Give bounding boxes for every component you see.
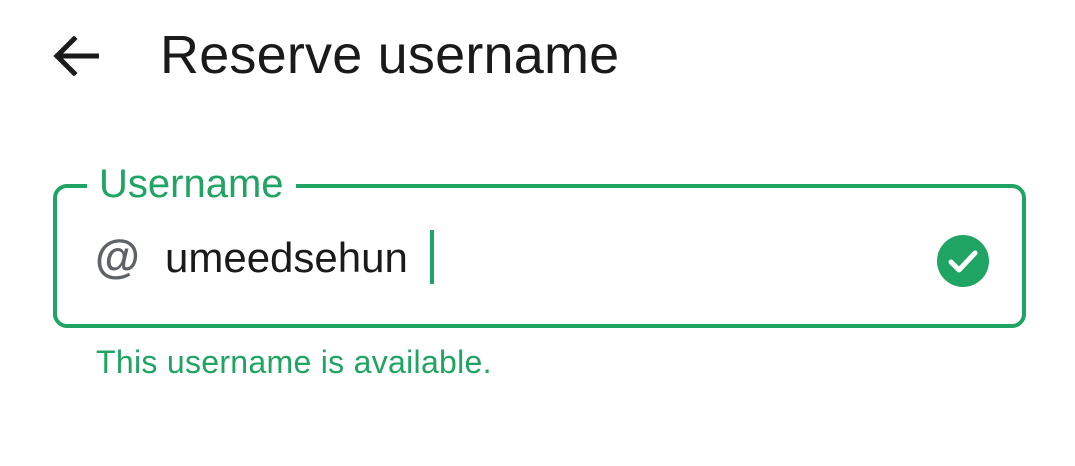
page-title: Reserve username (160, 25, 620, 85)
reserve-username-screen: Reserve username Username @ This usernam… (0, 0, 1075, 466)
username-input-wrap (165, 228, 765, 288)
username-field[interactable]: Username @ (53, 158, 1026, 328)
at-prefix: @ (95, 230, 140, 282)
app-bar: Reserve username (0, 0, 1075, 112)
arrow-left-icon (53, 36, 99, 76)
availability-helper-text: This username is available. (96, 344, 492, 380)
check-circle-icon (937, 235, 989, 287)
username-input[interactable] (165, 230, 765, 286)
username-field-label: Username (87, 158, 296, 210)
text-cursor (430, 230, 434, 284)
back-button[interactable] (48, 28, 104, 84)
